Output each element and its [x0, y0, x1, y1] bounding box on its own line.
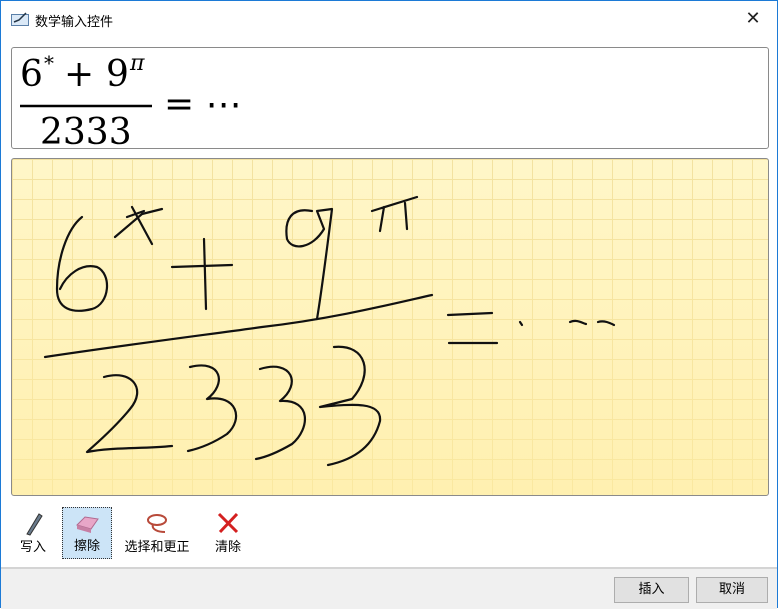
close-button[interactable]: ✕ [735, 5, 771, 33]
cancel-button[interactable]: 取消 [696, 577, 768, 603]
erase-label: 擦除 [73, 539, 100, 554]
eraser-icon [76, 516, 99, 533]
superscript-pi: π [129, 51, 145, 76]
plus: + [64, 54, 94, 95]
math-preview: 6 * + 9 π 2333 = ⋯ [11, 47, 769, 149]
handwriting-ink [43, 195, 616, 467]
insert-button[interactable]: 插入 [614, 577, 689, 603]
clear-label: 清除 [214, 540, 241, 555]
title-bar: 数学输入控件 ✕ [1, 1, 777, 39]
app-icon [11, 12, 29, 26]
numerator-6: 6 [20, 54, 43, 95]
clear-tool-button[interactable]: 清除 [207, 507, 249, 559]
math-input-window: 数学输入控件 ✕ 6 * + 9 π 2333 = ⋯ 写入 擦除 选择和更正 … [0, 0, 778, 609]
select-correct-label: 选择和更正 [124, 540, 190, 555]
pen-icon [26, 513, 43, 536]
write-label: 写入 [19, 540, 46, 555]
superscript-star: * [44, 51, 54, 75]
window-title: 数学输入控件 [35, 15, 114, 30]
select-correct-tool-button[interactable]: 选择和更正 [117, 507, 197, 559]
write-tool-button[interactable]: 写入 [11, 507, 55, 559]
clear-x-icon [217, 512, 239, 534]
writing-pad[interactable] [11, 158, 769, 496]
footer-bar: 插入 取消 [1, 567, 777, 609]
erase-tool-button[interactable]: 擦除 [62, 507, 112, 559]
lasso-icon [147, 514, 167, 533]
denominator: 2333 [40, 112, 132, 148]
numerator-9: 9 [106, 54, 129, 95]
equals-ellipsis: = ⋯ [164, 84, 242, 125]
